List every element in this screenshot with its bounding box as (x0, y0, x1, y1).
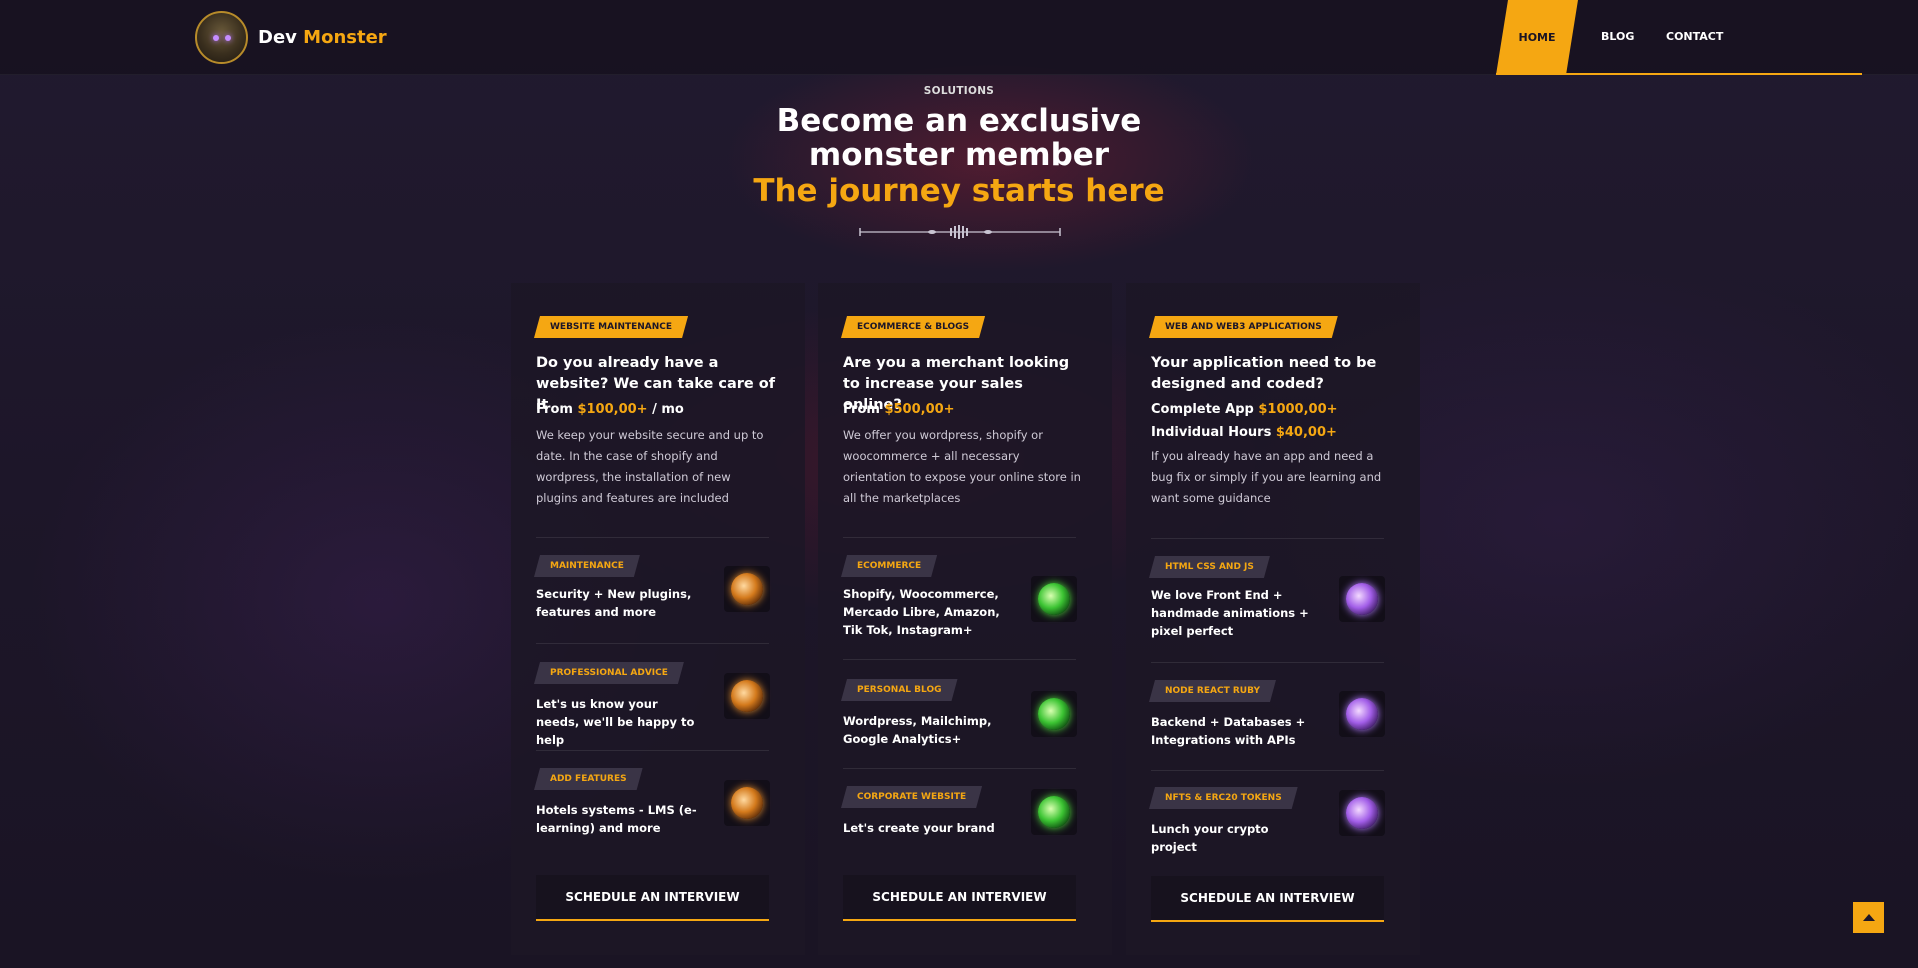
price-prefix: From (843, 402, 885, 417)
schedule-interview-button[interactable]: SCHEDULE AN INTERVIEW (536, 875, 769, 921)
price-value: $500,00+ (884, 402, 955, 417)
price-suffix: / mo (647, 402, 684, 417)
divider (536, 537, 769, 538)
card-price-app: Complete App $1000,00+ (1151, 402, 1338, 417)
purple-orb-icon (1339, 576, 1385, 622)
schedule-interview-button[interactable]: SCHEDULE AN INTERVIEW (1151, 876, 1384, 922)
main-nav: HOME BLOG CONTACT (1496, 0, 1918, 75)
feature-tag: PERSONAL BLOG (841, 679, 958, 701)
gold-orb-icon (724, 566, 770, 612)
section-eyebrow: SOLUTIONS (923, 85, 995, 97)
feature-text: Security + New plugins, features and mor… (536, 587, 692, 619)
site-header: Dev Monster HOME BLOG CONTACT (0, 0, 1918, 75)
card-description: If you already have an app and need a bu… (1151, 449, 1382, 505)
card-tag: ECOMMERCE & BLOGS (841, 316, 985, 338)
logo-text: Dev Monster (258, 27, 387, 48)
section-subtitle: The journey starts here (753, 173, 1165, 209)
feature-text: Backend + Databases + Integrations with … (1151, 715, 1306, 747)
pricing-card-maintenance: WEBSITE MAINTENANCE Do you already have … (511, 283, 805, 955)
nav-blog[interactable]: BLOG (1601, 30, 1634, 43)
price-prefix: From (536, 402, 578, 417)
monster-logo-icon (195, 11, 248, 64)
feature-text: Let's create your brand (843, 821, 995, 835)
schedule-interview-button[interactable]: SCHEDULE AN INTERVIEW (843, 875, 1076, 921)
pricing-card-applications: WEB AND WEB3 APPLICATIONS Your applicati… (1126, 283, 1420, 955)
green-orb-icon (1031, 576, 1077, 622)
card-tag: WEB AND WEB3 APPLICATIONS (1149, 316, 1338, 338)
feature-text: Hotels systems - LMS (e-learning) and mo… (536, 803, 697, 835)
feature-text: Wordpress, Mailchimp, Google Analytics+ (843, 714, 992, 746)
arrow-up-icon (1862, 914, 1875, 921)
scroll-to-top-button[interactable] (1853, 902, 1884, 933)
card-heading: Your application need to be designed and… (1151, 355, 1377, 392)
feature-tag: CORPORATE WEBSITE (841, 786, 982, 808)
gold-orb-icon (724, 780, 770, 826)
price-prefix: Complete App (1151, 402, 1259, 417)
divider (843, 537, 1076, 538)
feature-tag: ECOMMERCE (841, 555, 937, 577)
green-orb-icon (1031, 789, 1077, 835)
ornament-divider-icon (859, 225, 1061, 239)
feature-text: Let's us know your needs, we'll be happy… (536, 697, 695, 747)
card-price-hours: Individual Hours $40,00+ (1151, 425, 1337, 440)
divider (536, 643, 769, 644)
nav-contact[interactable]: CONTACT (1666, 30, 1723, 43)
feature-tag: HTML CSS AND JS (1149, 556, 1270, 578)
gold-orb-icon (724, 673, 770, 719)
nav-home[interactable]: HOME (1496, 0, 1578, 75)
title-line-1: Become an exclusive (776, 103, 1142, 139)
feature-tag: NODE REACT RUBY (1149, 680, 1276, 702)
card-price: From $100,00+ / mo (536, 402, 684, 417)
card-tag: WEBSITE MAINTENANCE (534, 316, 688, 338)
feature-text: Lunch your crypto project (1151, 822, 1269, 854)
divider (536, 750, 769, 751)
purple-orb-icon (1339, 691, 1385, 737)
price-value: $100,00+ (577, 402, 648, 417)
purple-orb-icon (1339, 790, 1385, 836)
feature-tag: NFTS & ERC20 TOKENS (1149, 787, 1298, 809)
divider (843, 659, 1076, 660)
feature-tag: ADD FEATURES (534, 768, 643, 790)
section-title: Become an exclusive monster member (0, 104, 1918, 172)
card-price: From $500,00+ (843, 402, 955, 417)
divider (843, 768, 1076, 769)
feature-text: We love Front End + handmade animations … (1151, 588, 1309, 638)
logo-link[interactable]: Dev Monster (195, 11, 387, 64)
price-value: $40,00+ (1275, 425, 1337, 440)
feature-text: Shopify, Woocommerce, Mercado Libre, Ama… (843, 587, 1000, 637)
logo-text-monster: Monster (303, 27, 387, 48)
card-description: We keep your website secure and up to da… (536, 428, 764, 505)
title-line-2: monster member (808, 137, 1110, 173)
logo-text-dev: Dev (258, 27, 297, 48)
green-orb-icon (1031, 691, 1077, 737)
card-description: We offer you wordpress, shopify or wooco… (843, 428, 1081, 505)
divider (1151, 538, 1384, 539)
price-prefix: Individual Hours (1151, 425, 1276, 440)
feature-tag: MAINTENANCE (534, 555, 640, 577)
pricing-card-ecommerce: ECOMMERCE & BLOGS Are you a merchant loo… (818, 283, 1112, 955)
divider (1151, 662, 1384, 663)
feature-tag: PROFESSIONAL ADVICE (534, 662, 684, 684)
divider (1151, 770, 1384, 771)
price-value: $1000,00+ (1258, 402, 1338, 417)
